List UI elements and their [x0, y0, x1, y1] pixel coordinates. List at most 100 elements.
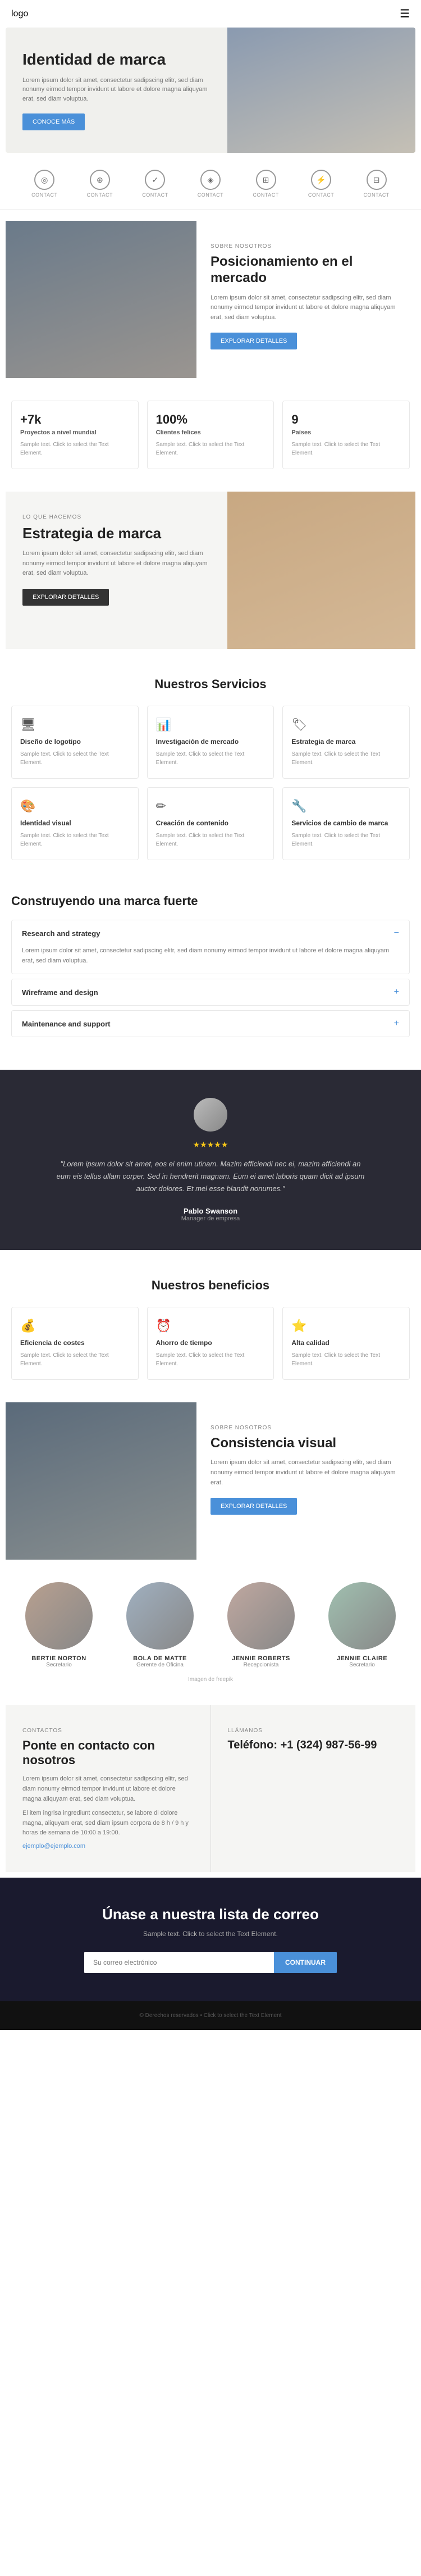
contact-text: Lorem ipsum dolor sit amet, consectetur …	[22, 1774, 194, 1804]
stat-label-2: Países	[291, 429, 401, 436]
consistency-image	[6, 1402, 196, 1560]
stat-text-0: Sample text. Click to select the Text El…	[20, 440, 130, 457]
benefit-icon-2: ⭐	[291, 1319, 401, 1333]
icon-circle-5: ⚡	[311, 170, 331, 190]
newsletter-title: Únase a nuestra lista de correo	[22, 1906, 399, 1923]
icon-circle-4: ⊞	[256, 170, 276, 190]
hero-title: Identidad de marca	[22, 50, 210, 69]
team-avatar-0	[25, 1582, 93, 1650]
team-name-1: BOLA DE MATTE	[112, 1655, 208, 1662]
accordion-header-0[interactable]: Research and strategy −	[12, 920, 409, 946]
what-tag: LO QUE HACEMOS	[22, 514, 210, 520]
icon-item-1[interactable]: ⊕ CONTACT	[87, 170, 113, 198]
icon-item-6[interactable]: ⊟ CONTACT	[363, 170, 389, 198]
what-cta-button[interactable]: EXPLORAR DETALLES	[22, 589, 109, 606]
contact-label-left: CONTACTOS	[22, 1728, 194, 1734]
icon-label-1: CONTACT	[87, 192, 113, 198]
about-section: SOBRE NOSOTROS Posicionamiento en el mer…	[6, 221, 415, 378]
testimonial-avatar	[194, 1098, 227, 1132]
stat-card-1: 100%Clientes felicesSample text. Click t…	[147, 401, 274, 469]
service-card-1: 📊Investigación de mercadoSample text. Cl…	[147, 706, 274, 779]
footer-text: © Derechos reservados • Click to select …	[11, 2012, 410, 2019]
service-icon-3: 🎨	[20, 799, 130, 814]
testimonial-text: "Lorem ipsum dolor sit amet, eos ei enim…	[56, 1158, 365, 1195]
icon-label-4: CONTACT	[253, 192, 278, 198]
benefit-icon-1: ⏰	[156, 1319, 266, 1333]
team-card-0: BERTIE NORTON Secretario	[11, 1582, 107, 1668]
icon-label-6: CONTACT	[363, 192, 389, 198]
hero-text: Lorem ipsum dolor sit amet, consectetur …	[22, 76, 210, 104]
accordion-header-1[interactable]: Wireframe and design +	[12, 979, 409, 1005]
nav-logo: logo	[11, 9, 28, 19]
team-section: BERTIE NORTON Secretario BOLA DE MATTE G…	[0, 1565, 421, 1700]
team-name-2: JENNIE ROBERTS	[213, 1655, 309, 1662]
contact-section: CONTACTOS Ponte en contacto con nosotros…	[6, 1705, 415, 1872]
benefit-name-0: Eficiencia de costes	[20, 1339, 130, 1347]
footer: © Derechos reservados • Click to select …	[0, 2001, 421, 2030]
what-text: Lorem ipsum dolor sit amet, consectetur …	[22, 549, 210, 579]
about-cta-button[interactable]: EXPLORAR DETALLES	[210, 333, 297, 349]
icon-circle-6: ⊟	[367, 170, 387, 190]
newsletter-input[interactable]	[84, 1952, 274, 1973]
accordion-header-text-2: Maintenance and support	[22, 1020, 110, 1028]
accordion-item-2: Maintenance and support +	[11, 1010, 410, 1037]
benefit-text-2: Sample text. Click to select the Text El…	[291, 1351, 401, 1368]
about-title: Posicionamiento en el mercado	[210, 254, 401, 287]
contact-email[interactable]: ejemplo@ejemplo.com	[22, 1843, 194, 1850]
service-card-5: 🔧Servicios de cambio de marcaSample text…	[282, 787, 410, 860]
team-card-1: BOLA DE MATTE Gerente de Oficina	[112, 1582, 208, 1668]
consistency-section: SOBRE NOSOTROS Consistencia visual Lorem…	[6, 1402, 415, 1560]
team-card-3: JENNIE CLAIRE Secretario	[314, 1582, 410, 1668]
icon-item-2[interactable]: ✓CONTACT	[142, 170, 168, 198]
consistency-label: SOBRE NOSOTROS	[210, 1425, 401, 1431]
newsletter-section: Únase a nuestra lista de correo Sample t…	[0, 1878, 421, 2001]
hero-cta-button[interactable]: CONOCE MÁS	[22, 113, 85, 130]
what-image	[227, 492, 415, 649]
accordion-toggle-0: −	[394, 928, 399, 938]
team-avatar-3	[328, 1582, 396, 1650]
service-card-4: ✏Creación de contenidoSample text. Click…	[147, 787, 274, 860]
team-avatar-1	[126, 1582, 194, 1650]
service-text-3: Sample text. Click to select the Text El…	[20, 832, 130, 848]
hero-section: Identidad de marca Lorem ipsum dolor sit…	[6, 28, 415, 153]
service-name-1: Investigación de mercado	[156, 738, 266, 746]
testimonial-section: ★★★★★ "Lorem ipsum dolor sit amet, eos e…	[0, 1070, 421, 1250]
team-name-3: JENNIE CLAIRE	[314, 1655, 410, 1662]
accordion-header-text-1: Wireframe and design	[22, 988, 98, 997]
accordion-section: Construyendo una marca fuerte Research a…	[0, 877, 421, 1058]
stat-label-1: Clientes felices	[156, 429, 266, 436]
menu-icon[interactable]: ☰	[400, 7, 410, 21]
icon-item-3[interactable]: ◈CONTACT	[198, 170, 223, 198]
testimonial-stars: ★★★★★	[22, 1140, 399, 1150]
benefit-card-2: ⭐ Alta calidad Sample text. Click to selec…	[282, 1307, 410, 1380]
hero-image	[227, 28, 415, 153]
what-title: Estrategia de marca	[22, 525, 210, 542]
icon-item-5[interactable]: ⚡ CONTACT	[308, 170, 334, 198]
accordion-toggle-2: +	[394, 1019, 399, 1029]
service-name-0: Diseño de logotipo	[20, 738, 130, 746]
service-card-2: 🏷Estrategia de marcaSample text. Click t…	[282, 706, 410, 779]
icon-item-4[interactable]: ⊞ CONTACT	[253, 170, 278, 198]
service-name-5: Servicios de cambio de marca	[291, 819, 401, 827]
benefit-text-0: Sample text. Click to select the Text El…	[20, 1351, 130, 1368]
service-text-1: Sample text. Click to select the Text El…	[156, 750, 266, 767]
icon-circle-0: ◎	[34, 170, 54, 190]
newsletter-submit-button[interactable]: CONTINUAR	[274, 1952, 337, 1973]
team-role-2: Recepcionista	[213, 1662, 309, 1668]
icon-circle-1: ⊕	[90, 170, 110, 190]
accordion-item-1: Wireframe and design +	[11, 979, 410, 1006]
accordion-header-2[interactable]: Maintenance and support +	[12, 1011, 409, 1037]
consistency-cta-button[interactable]: EXPLORAR DETALLES	[210, 1498, 297, 1515]
icon-item-0[interactable]: ◎ CONTACT	[31, 170, 57, 198]
icon-label-0: CONTACT	[31, 192, 57, 198]
team-role-0: Secretario	[11, 1662, 107, 1668]
icon-label-5: CONTACT	[308, 192, 334, 198]
team-footnote: Imagen de freepik	[11, 1668, 410, 1683]
service-icon-5: 🔧	[291, 799, 401, 814]
service-card-3: 🎨Identidad visualSample text. Click to s…	[11, 787, 139, 860]
benefit-name-2: Alta calidad	[291, 1339, 401, 1347]
service-text-0: Sample text. Click to select the Text El…	[20, 750, 130, 767]
consistency-title: Consistencia visual	[210, 1435, 401, 1452]
contact-phone: Teléfono: +1 (324) 987-56-99	[228, 1738, 399, 1752]
service-icon-4: ✏	[156, 799, 266, 814]
